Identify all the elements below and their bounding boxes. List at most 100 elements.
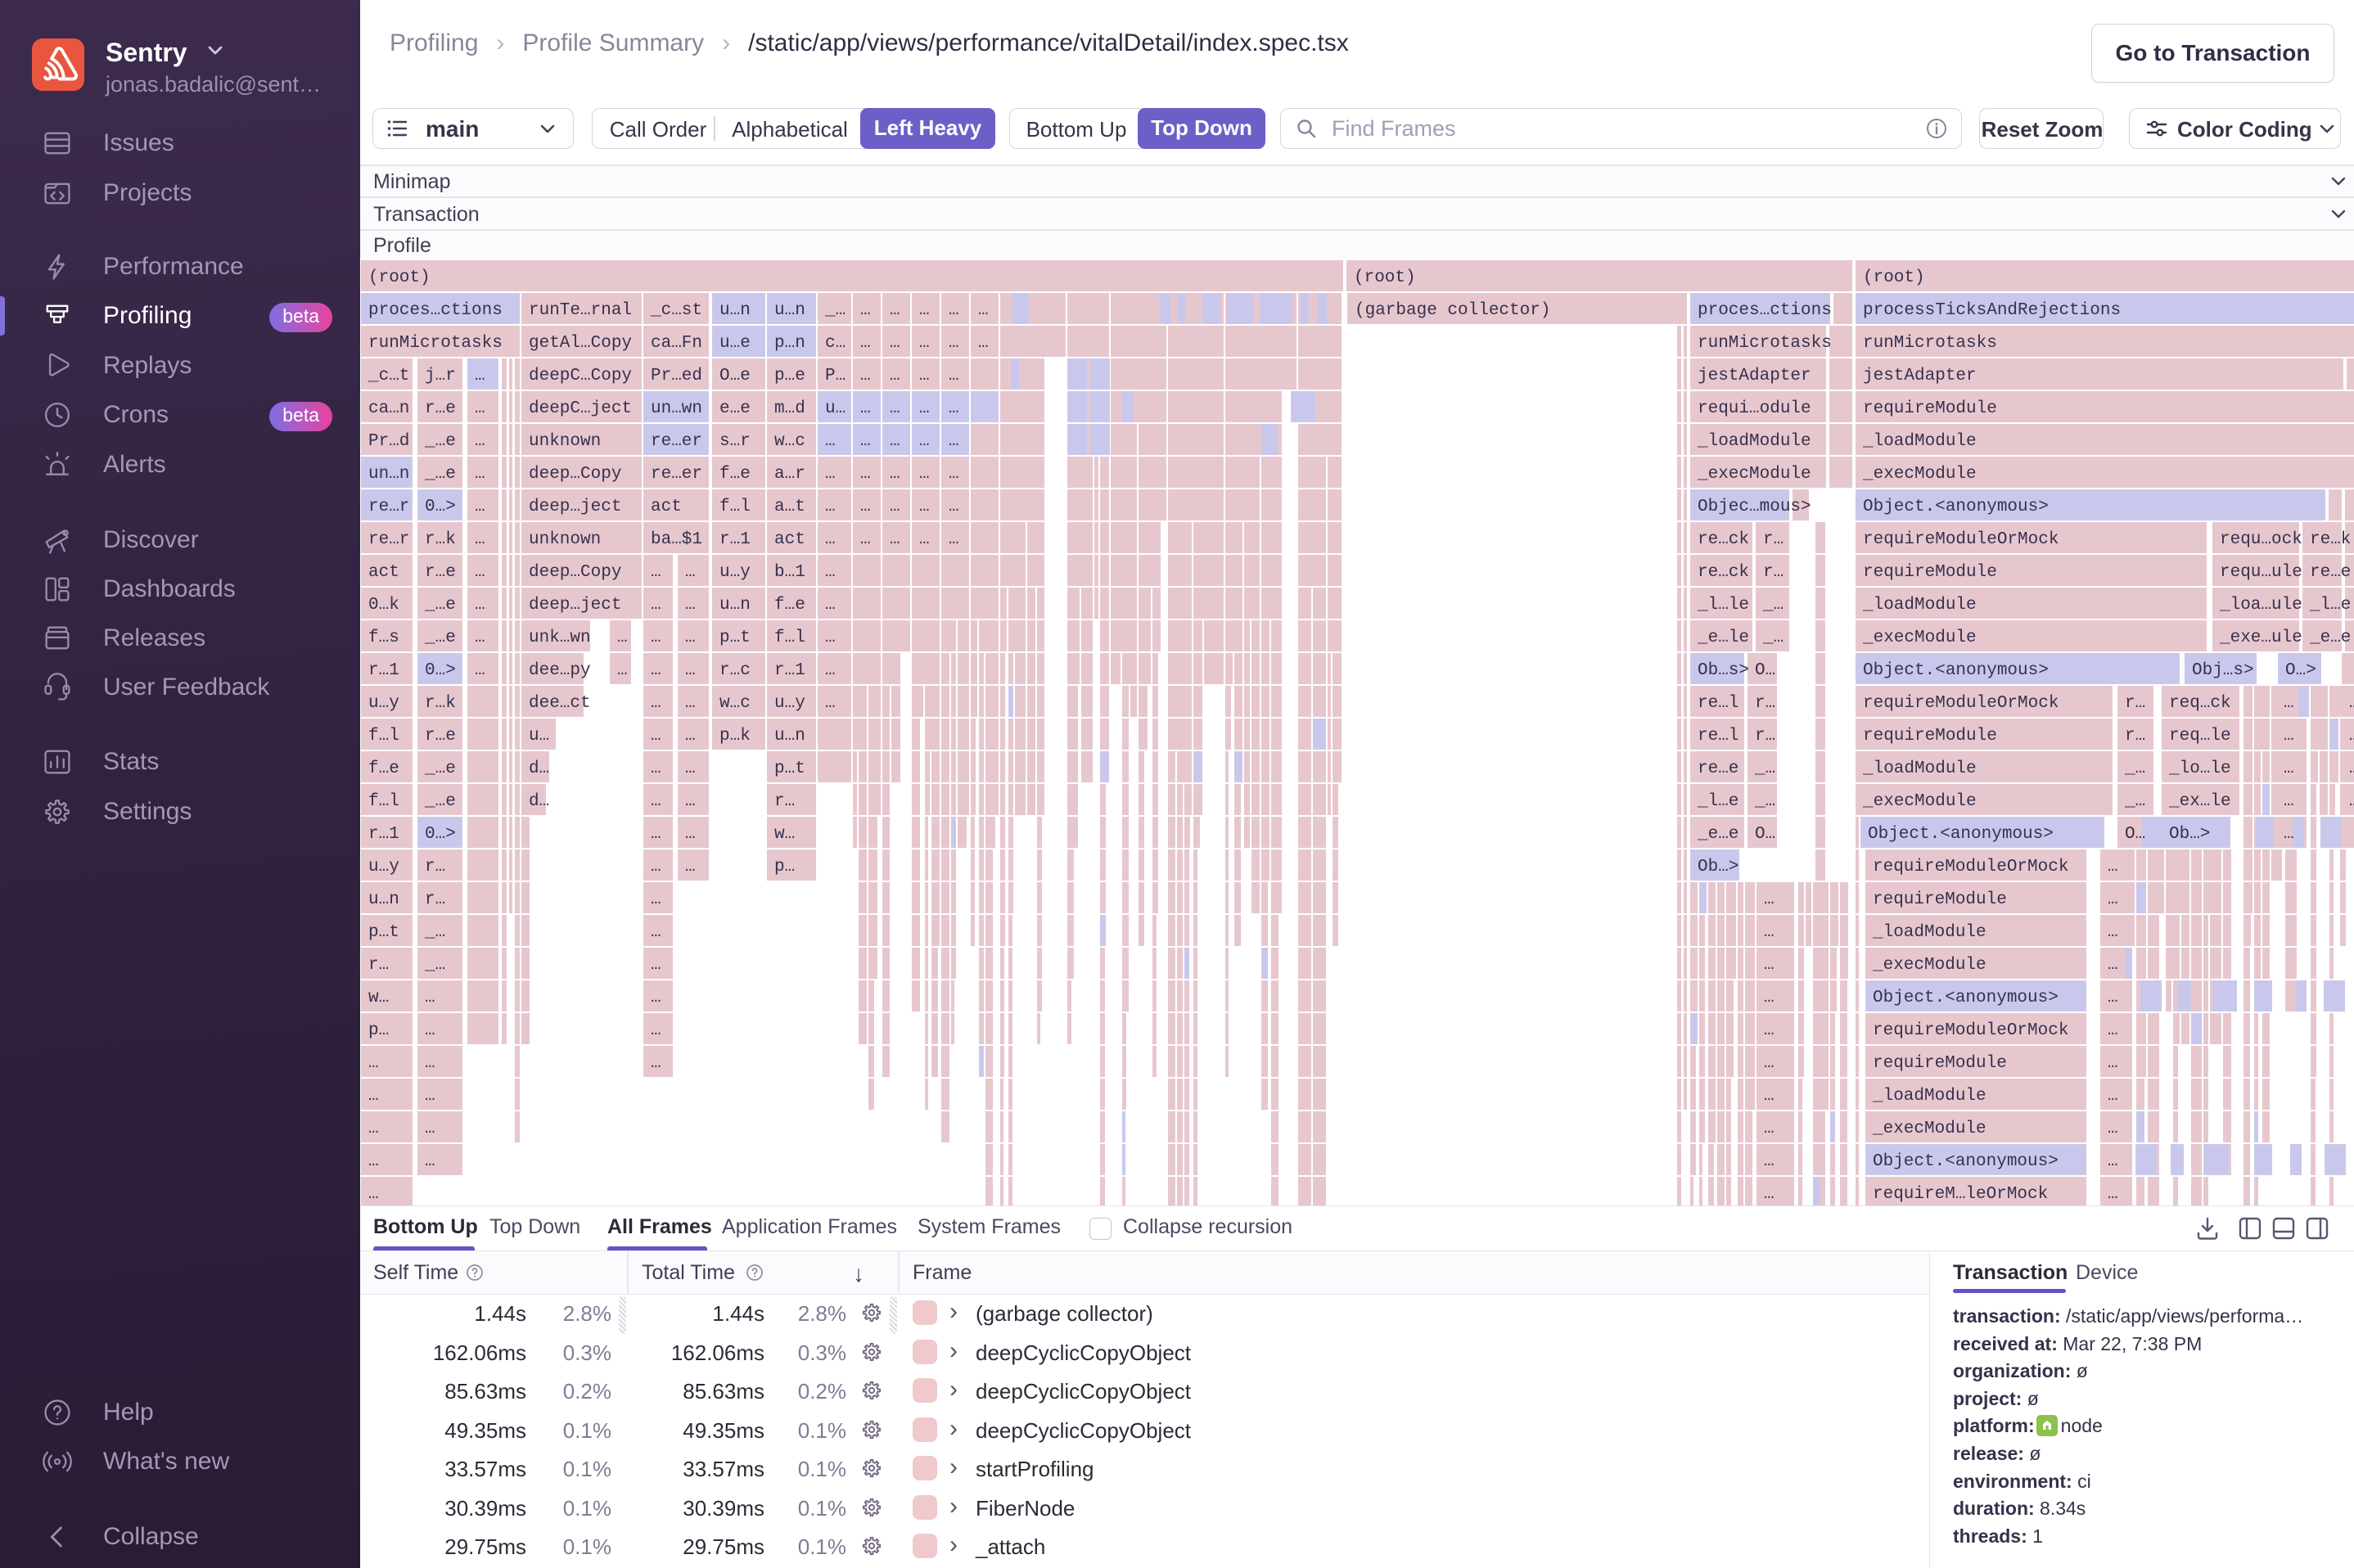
- svg-text:…: …: [475, 596, 485, 615]
- svg-text:j…r: j…r: [425, 367, 456, 385]
- svg-text:…: …: [685, 661, 696, 680]
- svg-text:requireModule: requireModule: [1863, 399, 1997, 418]
- svg-text:…: …: [651, 989, 661, 1007]
- svg-text:…: …: [2108, 1087, 2118, 1106]
- svg-text:Object.<anonymous>: Object.<anonymous>: [1863, 498, 2049, 516]
- svg-text:…: …: [2284, 759, 2294, 778]
- svg-text:_loadModule: _loadModule: [1862, 759, 1977, 778]
- svg-text:…: …: [475, 465, 485, 484]
- svg-text:…: …: [978, 301, 989, 320]
- svg-text:…: …: [1764, 956, 1775, 975]
- svg-text:…: …: [825, 432, 836, 451]
- svg-text:…: …: [425, 989, 435, 1007]
- svg-text:…: …: [685, 596, 696, 615]
- svg-text:r…1: r…1: [368, 661, 399, 680]
- svg-text:r…: r…: [1755, 727, 1775, 746]
- svg-text:dee…py: dee…py: [529, 661, 591, 680]
- svg-text:…: …: [651, 890, 661, 909]
- svg-text:re…e: re…e: [2310, 563, 2351, 582]
- svg-text:Object.<anonymous>: Object.<anonymous>: [1863, 661, 2049, 680]
- svg-text:…: …: [890, 301, 900, 320]
- svg-text:w…c: w…c: [719, 694, 751, 713]
- svg-text:…: …: [1764, 989, 1775, 1007]
- svg-text:…: …: [919, 367, 930, 385]
- svg-text:…: …: [651, 858, 661, 876]
- svg-text:…: …: [651, 694, 661, 713]
- svg-text:unknown: unknown: [529, 432, 601, 451]
- svg-text:…: …: [1764, 890, 1775, 909]
- svg-text:_loadModule: _loadModule: [1862, 432, 1977, 451]
- svg-text:…: …: [949, 465, 959, 484]
- svg-text:_l…e: _l…e: [1697, 792, 1738, 811]
- svg-text:p…t: p…t: [719, 629, 751, 647]
- svg-text:r…: r…: [425, 890, 445, 909]
- svg-text:Object.<anonymous>: Object.<anonymous>: [1873, 989, 2059, 1007]
- svg-text:…: …: [919, 465, 930, 484]
- svg-text:req…ck: req…ck: [2169, 694, 2231, 713]
- svg-text:…: …: [860, 301, 871, 320]
- svg-text:u…e: u…e: [719, 334, 751, 353]
- svg-text:…: …: [2108, 858, 2118, 876]
- svg-text:requireModuleOrMock: requireModuleOrMock: [1873, 858, 2068, 876]
- svg-text:…: …: [2349, 694, 2354, 713]
- svg-text:_loadModule: _loadModule: [1872, 923, 1986, 942]
- svg-text:Objec…mous>: Objec…mous>: [1698, 498, 1811, 516]
- svg-text:re…l: re…l: [1698, 694, 1738, 713]
- svg-text:r…: r…: [774, 792, 795, 811]
- svg-text:re…r: re…r: [368, 498, 409, 516]
- svg-text:…: …: [2108, 1152, 2118, 1171]
- svg-text:…: …: [2284, 727, 2294, 746]
- svg-text:…: …: [949, 530, 959, 549]
- svg-text:…: …: [1764, 1087, 1775, 1106]
- svg-text:…: …: [825, 530, 836, 549]
- svg-text:…: …: [475, 563, 485, 582]
- svg-text:…: …: [651, 923, 661, 942]
- svg-text:…: …: [1764, 1152, 1775, 1171]
- svg-text:…: …: [2349, 727, 2354, 746]
- svg-text:requireModule: requireModule: [1873, 890, 2007, 909]
- svg-text:re…er: re…er: [651, 465, 702, 484]
- svg-text:…: …: [825, 596, 836, 615]
- svg-text:re…k: re…k: [2310, 530, 2351, 549]
- svg-text:…: …: [860, 498, 871, 516]
- svg-text:u…n: u…n: [719, 301, 751, 320]
- svg-text:…: …: [949, 498, 959, 516]
- svg-text:_…: _…: [1754, 759, 1775, 778]
- svg-text:proces…ctions: proces…ctions: [1698, 301, 1832, 320]
- svg-text:…: …: [978, 334, 989, 353]
- svg-text:requireModuleOrMock: requireModuleOrMock: [1863, 530, 2059, 549]
- svg-text:(root): (root): [1863, 268, 1925, 287]
- svg-text:_…: _…: [424, 923, 445, 942]
- svg-text:…: …: [425, 1087, 435, 1106]
- svg-text:…: …: [425, 1021, 435, 1040]
- svg-text:…: …: [368, 1087, 379, 1106]
- svg-text:…: …: [2284, 825, 2294, 844]
- svg-text:u…n: u…n: [719, 596, 751, 615]
- svg-text:p…t: p…t: [368, 923, 399, 942]
- svg-text:…: …: [651, 792, 661, 811]
- svg-text:requireModuleOrMock: requireModuleOrMock: [1873, 1021, 2068, 1040]
- svg-text:runMicrotasks: runMicrotasks: [1698, 334, 1832, 353]
- svg-text:(garbage collector): (garbage collector): [1355, 301, 1550, 320]
- svg-text:jestAdapter: jestAdapter: [1698, 367, 1811, 385]
- svg-text:…: …: [825, 629, 836, 647]
- svg-text:…: …: [425, 1054, 435, 1073]
- svg-text:…: …: [2108, 923, 2118, 942]
- svg-text:…: …: [651, 629, 661, 647]
- svg-text:re…l: re…l: [1698, 727, 1738, 746]
- svg-text:Object.<anonymous>: Object.<anonymous>: [1868, 825, 2054, 844]
- svg-text:…: …: [2108, 1054, 2118, 1073]
- svg-text:_e…le: _e…le: [1697, 629, 1749, 647]
- svg-text:_…: _…: [1762, 629, 1784, 647]
- svg-text:f…l: f…l: [774, 629, 805, 647]
- svg-text:…: …: [368, 1054, 379, 1073]
- svg-text:_…e: _…e: [424, 596, 456, 615]
- svg-text:…: …: [2108, 956, 2118, 975]
- svg-text:unknown: unknown: [529, 530, 601, 549]
- svg-text:…: …: [825, 694, 836, 713]
- svg-text:…: …: [2108, 1120, 2118, 1138]
- svg-text:u…y: u…y: [368, 858, 399, 876]
- svg-text:ba…$1: ba…$1: [651, 530, 702, 549]
- svg-text:r…c: r…c: [719, 661, 751, 680]
- svg-text:…: …: [1764, 1021, 1775, 1040]
